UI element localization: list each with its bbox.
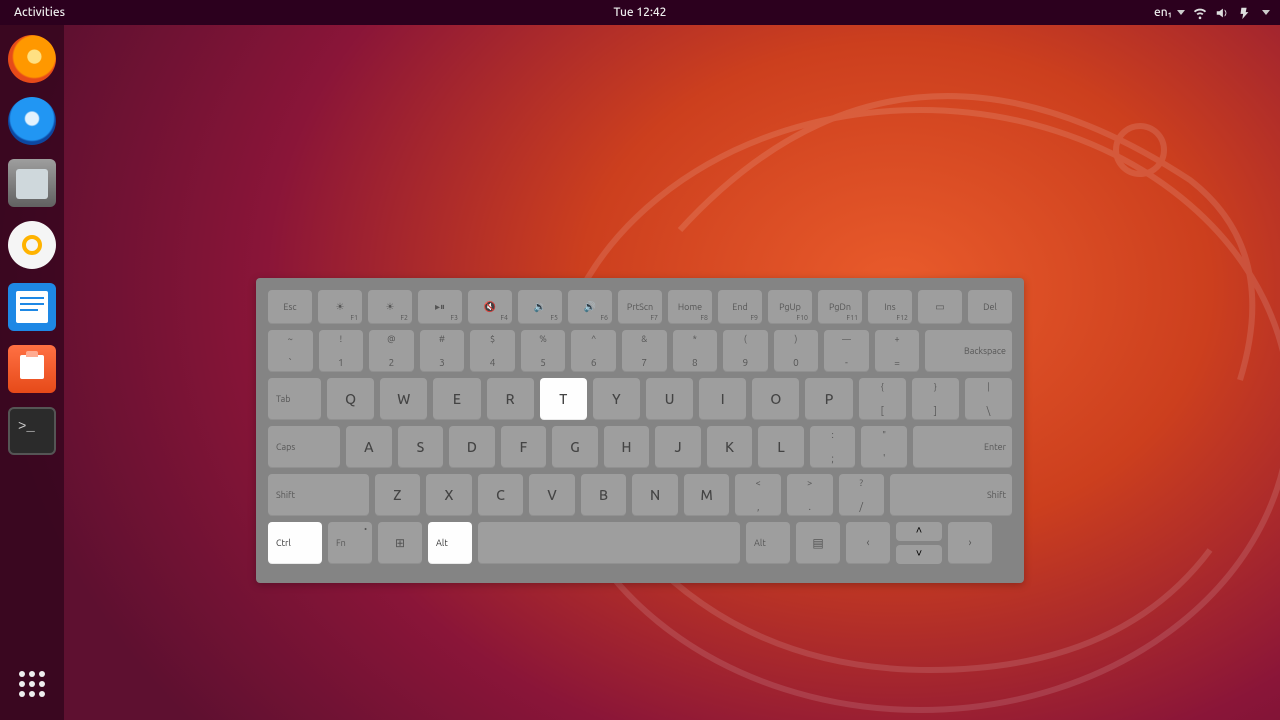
key-display[interactable]: ▭ bbox=[918, 290, 962, 324]
key-m[interactable]: M bbox=[684, 474, 730, 516]
key-caps[interactable]: Caps bbox=[268, 426, 340, 468]
key-x[interactable]: X bbox=[426, 474, 472, 516]
key-w[interactable]: W bbox=[380, 378, 427, 420]
network-icon[interactable] bbox=[1193, 6, 1207, 20]
key-d[interactable]: D bbox=[449, 426, 495, 468]
key-2[interactable]: @2 bbox=[369, 330, 414, 372]
key-shift-right[interactable]: Shift bbox=[890, 474, 1012, 516]
key-ins[interactable]: InsF12 bbox=[868, 290, 912, 324]
key-ctrl[interactable]: Ctrl bbox=[268, 522, 322, 564]
key-n[interactable]: N bbox=[632, 474, 678, 516]
key-4[interactable]: $4 bbox=[470, 330, 515, 372]
key-5[interactable]: %5 bbox=[521, 330, 566, 372]
key-z[interactable]: Z bbox=[375, 474, 421, 516]
key-super[interactable]: ⊞ bbox=[378, 522, 422, 564]
key-1[interactable]: !1 bbox=[319, 330, 364, 372]
key-home[interactable]: HomeF8 bbox=[668, 290, 712, 324]
key-a[interactable]: A bbox=[346, 426, 392, 468]
key-o[interactable]: O bbox=[752, 378, 799, 420]
key-v[interactable]: V bbox=[529, 474, 575, 516]
key-[[interactable]: {[ bbox=[859, 378, 906, 420]
key-pgup[interactable]: PgUpF10 bbox=[768, 290, 812, 324]
key-s[interactable]: S bbox=[398, 426, 444, 468]
dock-files-icon[interactable] bbox=[8, 159, 56, 207]
dock-firefox-icon[interactable] bbox=[8, 35, 56, 83]
key-bright[interactable]: ☀F2 bbox=[368, 290, 412, 324]
key-c[interactable]: C bbox=[478, 474, 524, 516]
key-arrow-up[interactable]: ˄ bbox=[896, 522, 942, 541]
key-menu[interactable]: ▤ bbox=[796, 522, 840, 564]
key-alt-right[interactable]: Alt bbox=[746, 522, 790, 564]
key-arrow-right[interactable]: › bbox=[948, 522, 992, 564]
dock-rhythmbox-icon[interactable] bbox=[8, 221, 56, 269]
key-l[interactable]: L bbox=[758, 426, 804, 468]
key-'[interactable]: "' bbox=[861, 426, 907, 468]
key-fn[interactable]: Fn• bbox=[328, 522, 372, 564]
dock-thunderbird-icon[interactable] bbox=[8, 97, 56, 145]
power-icon[interactable] bbox=[1237, 6, 1251, 20]
key-esc[interactable]: Esc bbox=[268, 290, 312, 324]
key-g[interactable]: G bbox=[552, 426, 598, 468]
key-7[interactable]: &7 bbox=[622, 330, 667, 372]
key-h[interactable]: H bbox=[604, 426, 650, 468]
key-space[interactable] bbox=[478, 522, 740, 564]
key-backspace[interactable]: Backspace bbox=[925, 330, 1012, 372]
clock[interactable]: Tue 12:42 bbox=[614, 6, 667, 19]
key-f[interactable]: F bbox=[501, 426, 547, 468]
key-enter[interactable]: Enter bbox=[913, 426, 1012, 468]
key--[interactable]: —- bbox=[824, 330, 869, 372]
key-i[interactable]: I bbox=[699, 378, 746, 420]
key-b[interactable]: B bbox=[581, 474, 627, 516]
show-apps-button[interactable] bbox=[8, 660, 56, 708]
key-\[interactable]: |\ bbox=[965, 378, 1012, 420]
key-p[interactable]: P bbox=[805, 378, 852, 420]
key-k[interactable]: K bbox=[707, 426, 753, 468]
key-voldown[interactable]: 🔉F5 bbox=[518, 290, 562, 324]
key-=[interactable]: += bbox=[875, 330, 920, 372]
key-pgdn[interactable]: PgDnF11 bbox=[818, 290, 862, 324]
onscreen-keyboard: Esc☀F1☀F2▸⏸F3🔇F4🔉F5🔊F6PrtScnF7HomeF8EndF… bbox=[256, 278, 1024, 583]
key-arrow-down[interactable]: ˅ bbox=[896, 545, 942, 564]
key-u[interactable]: U bbox=[646, 378, 693, 420]
dock: >_ bbox=[0, 25, 64, 720]
key-volup[interactable]: 🔊F6 bbox=[568, 290, 612, 324]
dock-writer-icon[interactable] bbox=[8, 283, 56, 331]
key-e[interactable]: E bbox=[433, 378, 480, 420]
key-0[interactable]: )0 bbox=[774, 330, 819, 372]
key-arrow-left[interactable]: ‹ bbox=[846, 522, 890, 564]
input-source-indicator[interactable]: en₁ bbox=[1154, 6, 1185, 19]
key-;[interactable]: :; bbox=[810, 426, 856, 468]
key-,[interactable]: <, bbox=[735, 474, 781, 516]
key-q[interactable]: Q bbox=[327, 378, 374, 420]
key-3[interactable]: #3 bbox=[420, 330, 465, 372]
key-t[interactable]: T bbox=[540, 378, 587, 420]
key-/[interactable]: ?/ bbox=[839, 474, 885, 516]
key-j[interactable]: J bbox=[655, 426, 701, 468]
key-end[interactable]: EndF9 bbox=[718, 290, 762, 324]
dock-software-icon[interactable] bbox=[8, 345, 56, 393]
system-menu-caret[interactable] bbox=[1259, 10, 1270, 15]
volume-icon[interactable] bbox=[1215, 6, 1229, 20]
key-6[interactable]: ^6 bbox=[571, 330, 616, 372]
activities-button[interactable]: Activities bbox=[0, 6, 79, 19]
key-del[interactable]: Del bbox=[968, 290, 1012, 324]
key-][interactable]: }] bbox=[912, 378, 959, 420]
key-dim[interactable]: ☀F1 bbox=[318, 290, 362, 324]
key-alt[interactable]: Alt bbox=[428, 522, 472, 564]
key-y[interactable]: Y bbox=[593, 378, 640, 420]
key-shift-left[interactable]: Shift bbox=[268, 474, 369, 516]
key-.[interactable]: >. bbox=[787, 474, 833, 516]
dock-terminal-icon[interactable]: >_ bbox=[8, 407, 56, 455]
key-mute[interactable]: 🔇F4 bbox=[468, 290, 512, 324]
key-8[interactable]: *8 bbox=[673, 330, 718, 372]
key-prtscn[interactable]: PrtScnF7 bbox=[618, 290, 662, 324]
key-tab[interactable]: Tab bbox=[268, 378, 321, 420]
key-9[interactable]: (9 bbox=[723, 330, 768, 372]
key-`[interactable]: ~` bbox=[268, 330, 313, 372]
top-panel: Activities Tue 12:42 en₁ bbox=[0, 0, 1280, 25]
key-play[interactable]: ▸⏸F3 bbox=[418, 290, 462, 324]
key-r[interactable]: R bbox=[487, 378, 534, 420]
